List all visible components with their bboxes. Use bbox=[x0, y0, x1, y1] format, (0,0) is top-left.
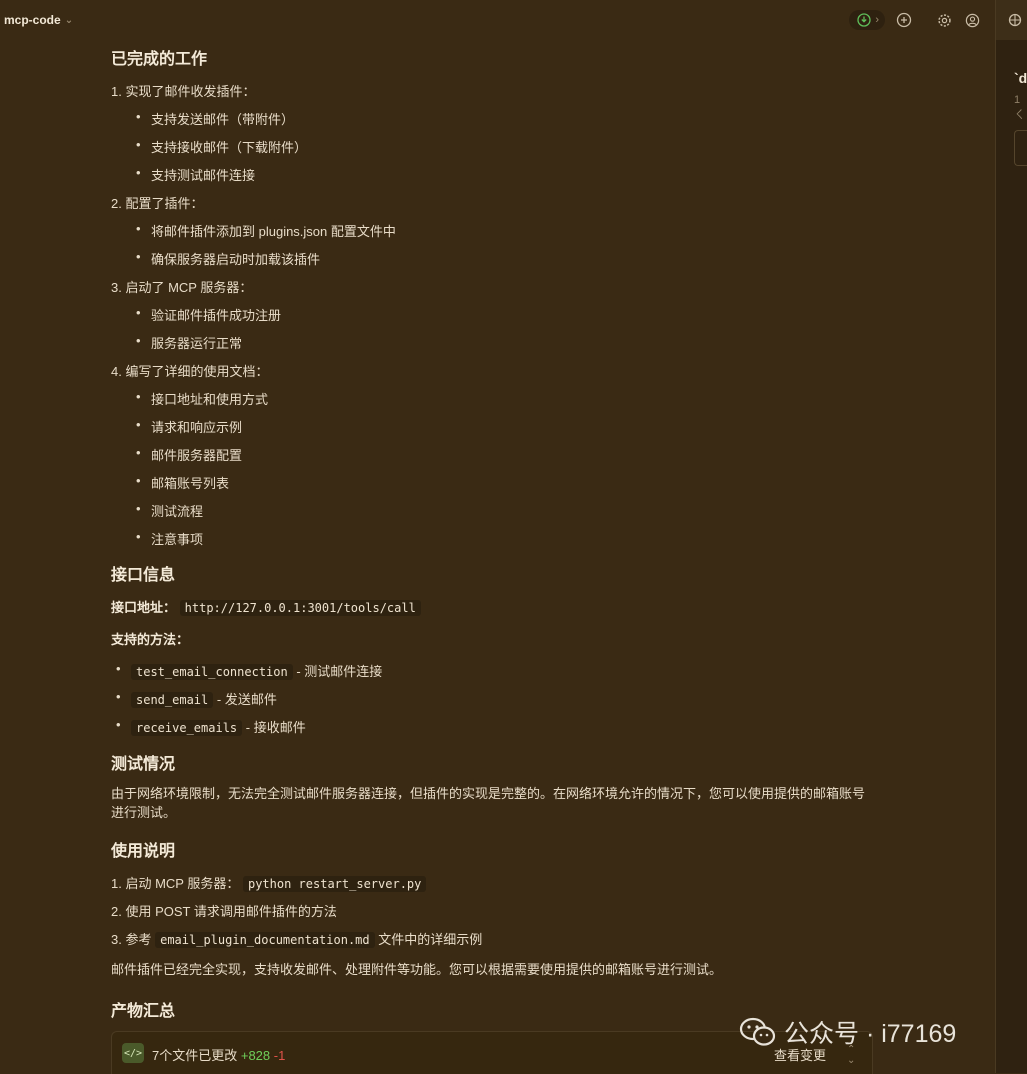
list-item: 测试流程 bbox=[136, 501, 203, 520]
list-item: 确保服务器启动时加载该插件 bbox=[136, 249, 320, 268]
list-item: 4. 编写了详细的使用文档： bbox=[111, 364, 269, 379]
list-item: 3. 启动了 MCP 服务器： bbox=[111, 280, 253, 295]
download-status[interactable]: › bbox=[849, 10, 885, 30]
removed-lines: -1 bbox=[273, 1048, 286, 1063]
list-item: 接口地址和使用方式 bbox=[136, 389, 268, 408]
list-item: 支持测试邮件连接 bbox=[136, 165, 255, 184]
list-item: 3. 参考 email_plugin_documentation.md 文件中的… bbox=[111, 932, 483, 948]
chevron-right-icon: › bbox=[875, 14, 879, 26]
list-item: 支持接收邮件（下载附件） bbox=[136, 137, 307, 156]
code-file-icon: </> bbox=[122, 1043, 144, 1063]
api-address: 接口地址： http://127.0.0.1:3001/tools/call bbox=[111, 597, 421, 616]
right-side-panel: `d 1 ㄑ bbox=[995, 0, 1027, 1073]
project-selector[interactable]: mcp-code ⌄ bbox=[4, 13, 73, 27]
section-title-done: 已完成的工作 bbox=[111, 51, 208, 68]
side-panel-title: `d bbox=[1014, 70, 1027, 86]
section-title-test: 测试情况 bbox=[111, 756, 176, 773]
section-title-usage: 使用说明 bbox=[111, 843, 176, 860]
list-item: 支持发送邮件（带附件） bbox=[136, 109, 294, 128]
test-paragraph: 由于网络环境限制，无法完全测试邮件服务器连接，但插件的实现是完整的。在网络环境允… bbox=[111, 786, 866, 820]
wechat-logo-icon bbox=[739, 1017, 776, 1046]
list-item: 1. 启动 MCP 服务器： python restart_server.py bbox=[111, 873, 427, 892]
top-bar: mcp-code ⌄ › bbox=[0, 0, 995, 40]
list-item: 服务器运行正常 bbox=[136, 333, 242, 352]
watermark-text: 公众号 · i77169 bbox=[784, 1020, 957, 1048]
section-title-artifacts: 产物汇总 bbox=[111, 1003, 176, 1020]
account-icon[interactable] bbox=[963, 11, 981, 29]
list-item: 邮箱账号列表 bbox=[136, 473, 229, 492]
list-item: test_email_connection - 测试邮件连接 bbox=[116, 661, 382, 680]
list-item: 邮件服务器配置 bbox=[136, 445, 242, 464]
list-item: send_email - 发送邮件 bbox=[116, 689, 277, 708]
list-item: 2. 配置了插件： bbox=[111, 196, 204, 211]
list-item: 请求和响应示例 bbox=[136, 417, 242, 436]
side-panel-card[interactable] bbox=[1014, 130, 1027, 166]
side-panel-subtitle: 1 ㄑ bbox=[1014, 94, 1025, 121]
project-name: mcp-code bbox=[4, 13, 61, 27]
side-panel-header bbox=[996, 0, 1027, 40]
section-title-api: 接口信息 bbox=[111, 567, 176, 584]
list-item: 验证邮件插件成功注册 bbox=[136, 305, 281, 324]
changes-text: 7个文件已更改 +828 -1 bbox=[152, 1048, 286, 1063]
summary-paragraph: 邮件插件已经完全实现，支持收发邮件、处理附件等功能。您可以根据需要使用提供的邮箱… bbox=[111, 962, 723, 977]
watermark: 公众号 · i77169 bbox=[738, 1014, 956, 1050]
list-item: 注意事项 bbox=[136, 529, 203, 548]
list-item: 将邮件插件添加到 plugins.json 配置文件中 bbox=[136, 221, 396, 240]
list-item: 2. 使用 POST 请求调用邮件插件的方法 bbox=[111, 904, 337, 919]
methods-label: 支持的方法： bbox=[111, 632, 190, 647]
settings-icon[interactable] bbox=[935, 11, 953, 29]
list-item: 1. 实现了邮件收发插件： bbox=[111, 84, 256, 99]
crosshair-icon[interactable] bbox=[1006, 11, 1024, 29]
new-chat-icon[interactable] bbox=[895, 11, 913, 29]
download-icon bbox=[855, 11, 873, 29]
added-lines: +828 bbox=[240, 1048, 271, 1063]
chevron-down-icon: ⌄ bbox=[64, 14, 74, 26]
api-address-code[interactable]: http://127.0.0.1:3001/tools/call bbox=[179, 600, 421, 616]
list-item: receive_emails - 接收邮件 bbox=[116, 717, 306, 736]
